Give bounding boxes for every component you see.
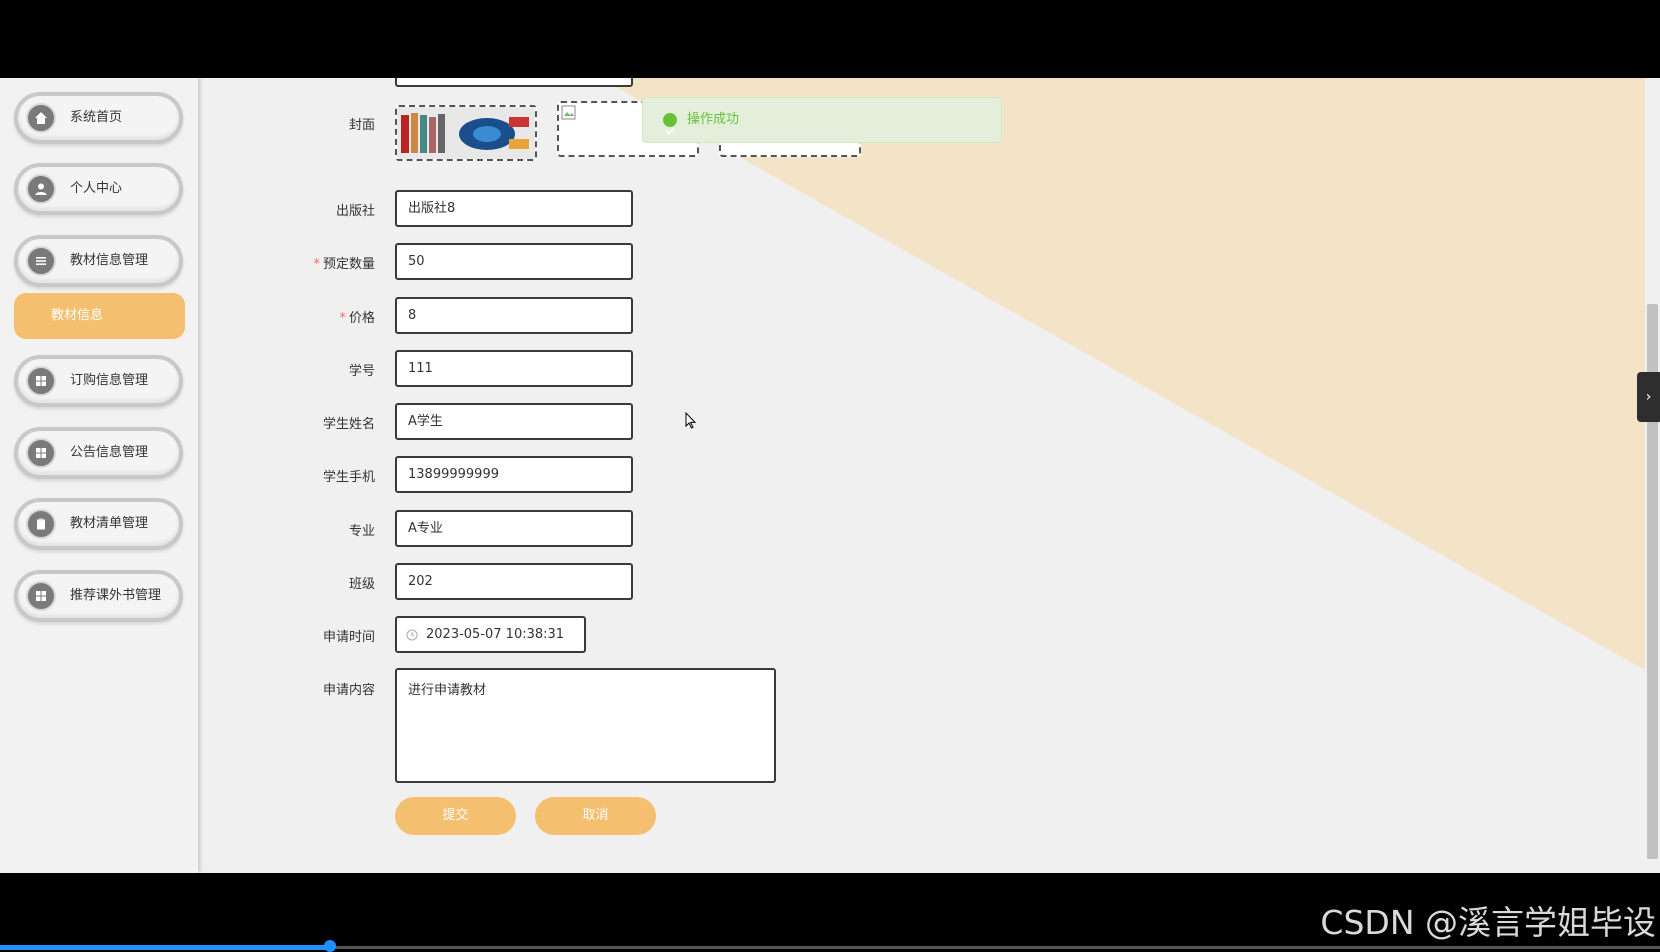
major-label: 专业: [348, 524, 375, 539]
sidebar-subitem-textbook-info[interactable]: 教材信息: [14, 293, 185, 339]
sidebar-item-textbook-manage[interactable]: 教材信息管理: [14, 235, 183, 287]
student-id-label: 学号: [348, 364, 375, 379]
sidebar-item-booklist-manage[interactable]: 教材清单管理: [14, 498, 183, 550]
student-name-label: 学生姓名: [322, 417, 375, 432]
sidebar-item-label: 订购信息管理: [70, 373, 149, 388]
clock-icon: [406, 629, 418, 641]
sidebar-item-label: 推荐课外书管理: [70, 588, 162, 603]
publisher-label: 出版社: [335, 204, 375, 219]
class-input[interactable]: 202: [395, 563, 633, 600]
cover-label: 封面: [348, 118, 375, 133]
video-progress-handle[interactable]: [324, 940, 336, 952]
sidebar-item-notice-manage[interactable]: 公告信息管理: [14, 427, 183, 479]
partial-input[interactable]: [395, 78, 633, 87]
success-toast: 操作成功: [642, 97, 1002, 143]
video-progress-fill: [0, 945, 332, 950]
student-phone-input[interactable]: 13899999999: [395, 456, 633, 493]
edit-form: 封面 出版社 * 预定数量 * 价格 学号 学生姓名 学生手机 专业 班级 申请时间…: [198, 78, 1638, 873]
price-label-text: 价格: [348, 311, 375, 326]
sidebar-item-order-manage[interactable]: 订购信息管理: [14, 355, 183, 407]
price-input[interactable]: 8: [395, 297, 633, 334]
cancel-button[interactable]: 取消: [535, 797, 656, 835]
sidebar-item-label: 教材信息管理: [70, 253, 149, 268]
cover-thumbnail-icon: [397, 107, 535, 159]
sidebar-item-label: 教材清单管理: [70, 516, 149, 531]
class-label: 班级: [348, 577, 375, 592]
label-column: 封面 出版社 * 预定数量 * 价格 学号 学生姓名 学生手机 专业 班级 申请时间…: [198, 78, 375, 873]
student-id-input[interactable]: 111: [395, 350, 633, 387]
broken-image-icon: [561, 105, 576, 120]
grid-icon: [26, 366, 56, 396]
app-window: 系统首页 个人中心 教材信息管理 教材信息 订购信息管理 公告信息管理 教材清单…: [0, 78, 1660, 873]
sidebar-item-label: 公告信息管理: [70, 445, 149, 460]
sidebar-item-home[interactable]: 系统首页: [14, 92, 183, 144]
chevron-right-icon: ›: [1645, 389, 1652, 405]
apply-time-label: 申请时间: [322, 630, 375, 645]
grid-icon: [26, 438, 56, 468]
quantity-input[interactable]: 50: [395, 243, 633, 280]
vertical-scrollbar[interactable]: [1645, 78, 1660, 873]
grid-icon: [26, 581, 56, 611]
list-icon: [26, 246, 56, 276]
watermark: CSDN @溪言学姐毕设: [1320, 903, 1656, 942]
quantity-label: * 预定数量: [195, 253, 375, 272]
student-name-input[interactable]: A学生: [395, 403, 633, 440]
major-input[interactable]: A专业: [395, 510, 633, 547]
sidebar-item-profile[interactable]: 个人中心: [14, 163, 183, 215]
toast-message: 操作成功: [687, 112, 740, 127]
side-panel-toggle[interactable]: ›: [1637, 372, 1660, 422]
required-mark: *: [339, 311, 346, 326]
sidebar-item-recommend-manage[interactable]: 推荐课外书管理: [14, 570, 183, 622]
apply-time-picker[interactable]: 2023-05-07 10:38:31: [395, 616, 586, 653]
sidebar-item-label: 系统首页: [70, 110, 123, 125]
quantity-label-text: 预定数量: [322, 257, 375, 272]
cover-image-preview[interactable]: [395, 105, 537, 161]
price-label: * 价格: [195, 307, 375, 326]
student-phone-label: 学生手机: [322, 470, 375, 485]
sidebar: 系统首页 个人中心 教材信息管理 教材信息 订购信息管理 公告信息管理 教材清单…: [0, 78, 198, 873]
mouse-cursor-icon: [685, 412, 697, 429]
apply-time-value: 2023-05-07 10:38:31: [426, 627, 565, 642]
apply-content-label: 申请内容: [322, 683, 375, 698]
check-circle-icon: [663, 113, 677, 135]
publisher-input[interactable]: 出版社8: [395, 190, 633, 227]
clipboard-icon: [26, 509, 56, 539]
required-mark: *: [313, 257, 320, 272]
user-icon: [26, 174, 56, 204]
sidebar-item-label: 个人中心: [70, 181, 123, 196]
apply-content-textarea[interactable]: 进行申请教材: [395, 668, 776, 783]
submit-button[interactable]: 提交: [395, 797, 516, 835]
home-icon: [26, 103, 56, 133]
